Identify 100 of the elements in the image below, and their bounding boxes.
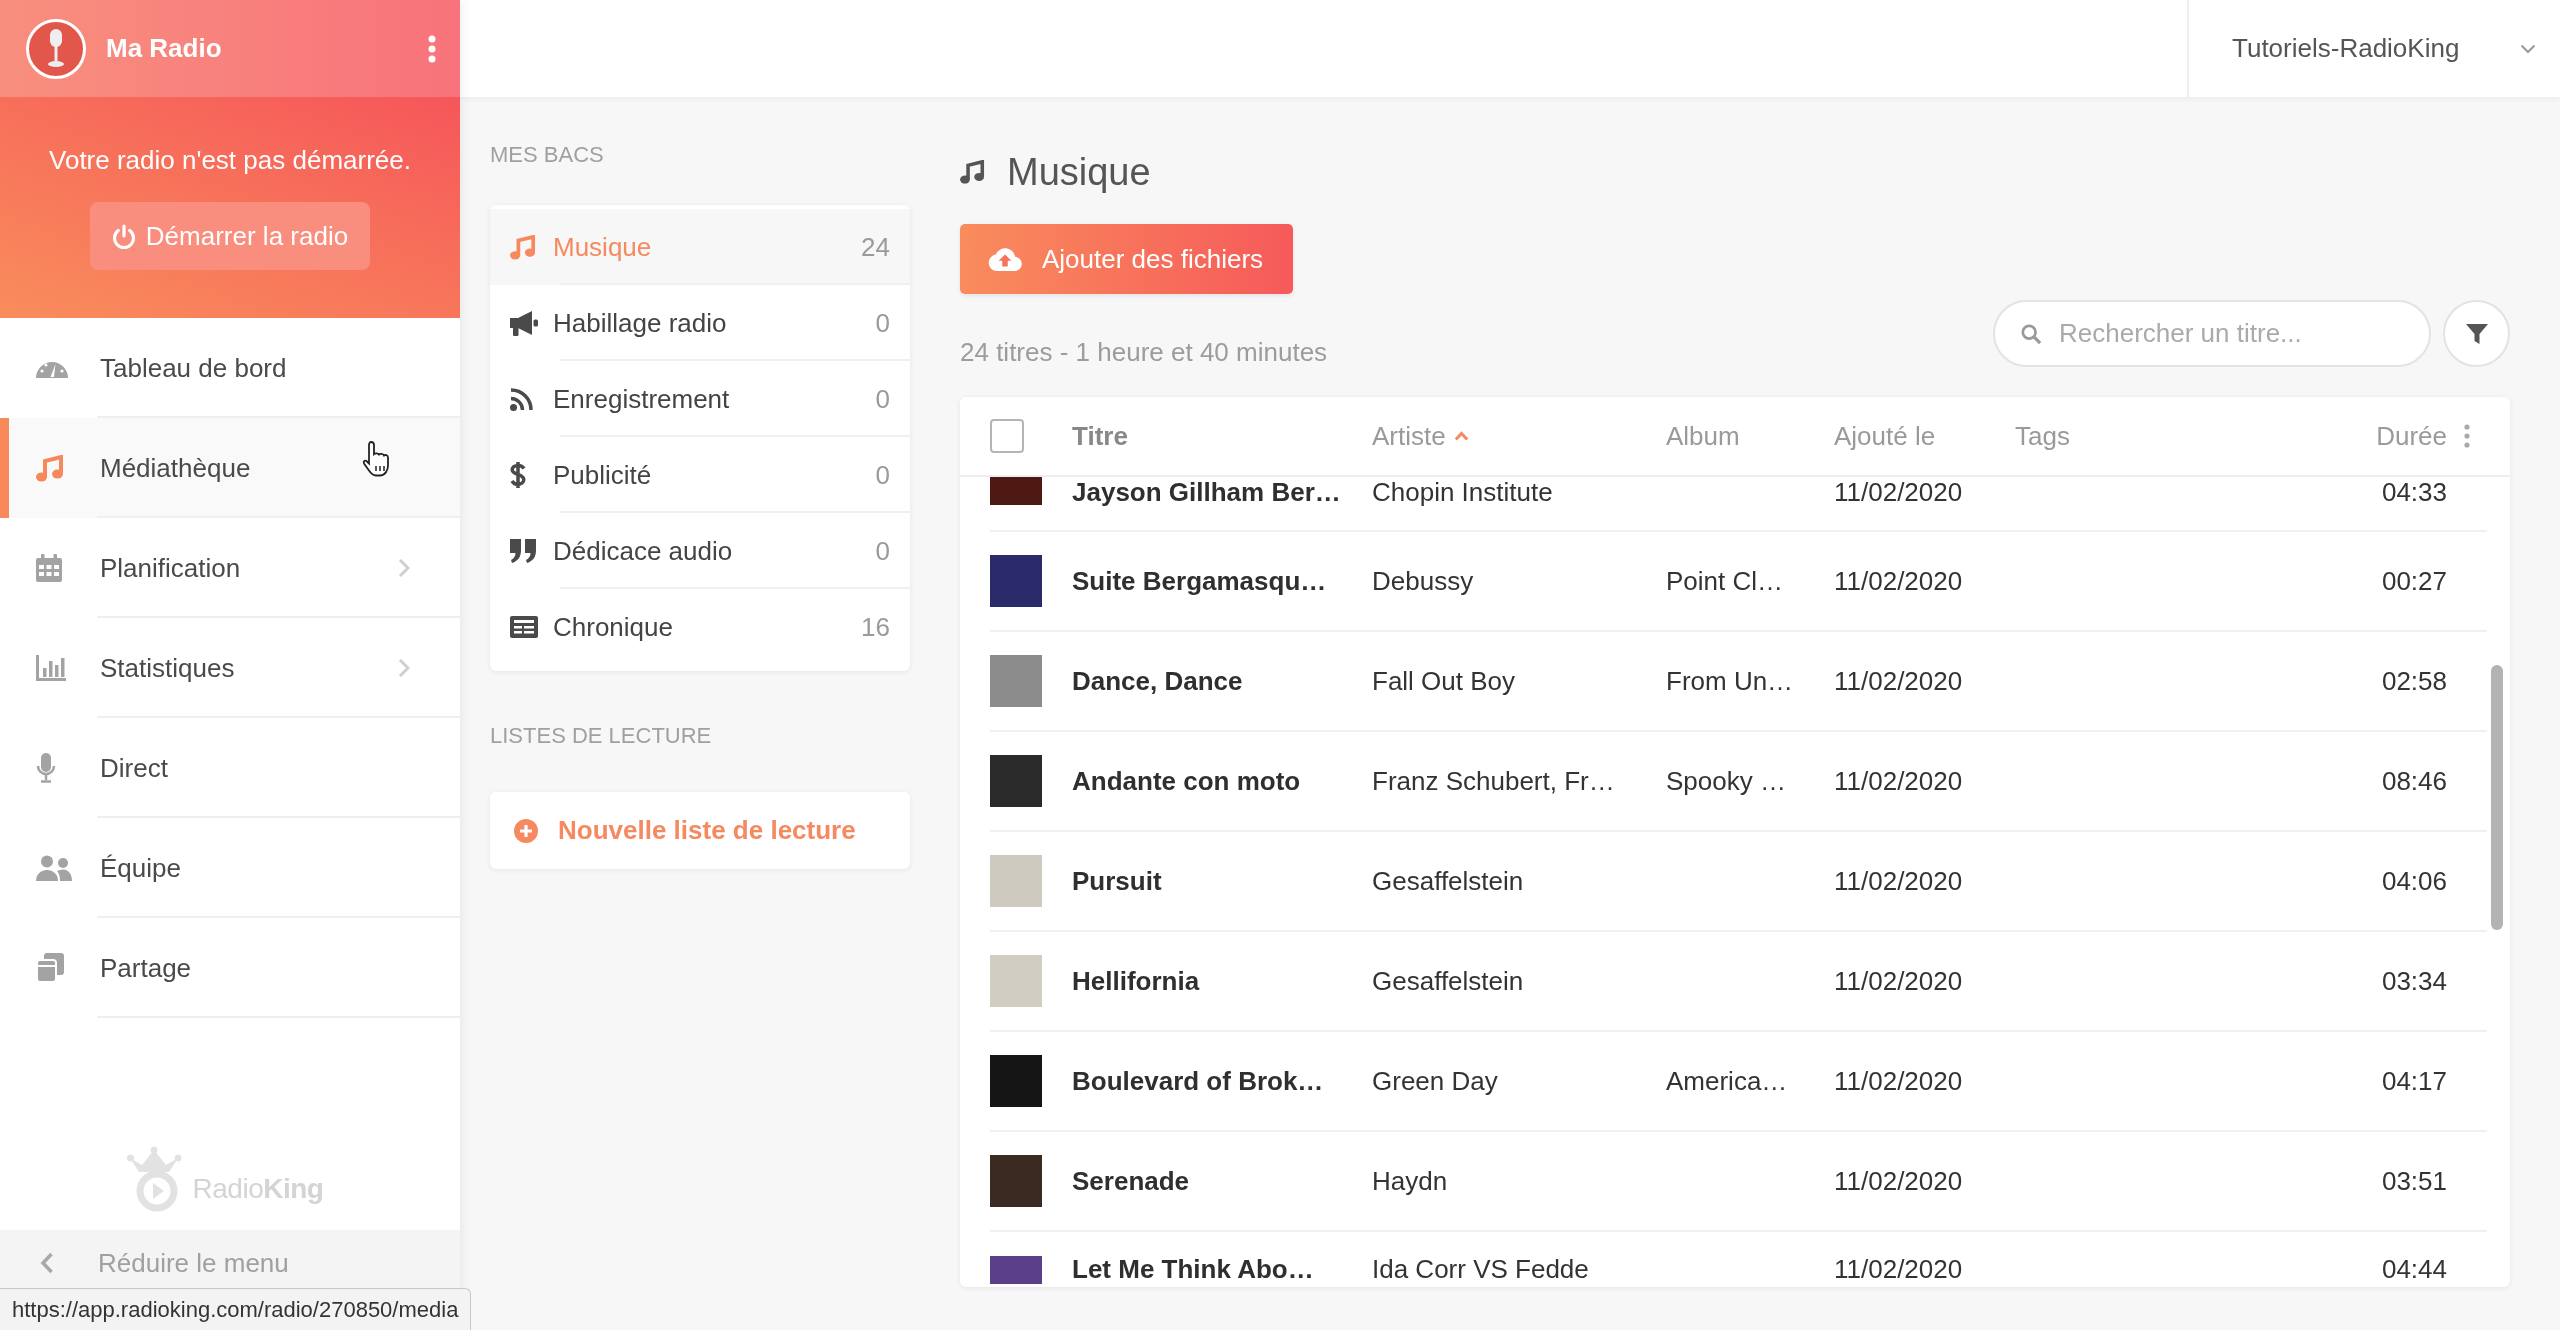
artist-name: Haydn	[1372, 1166, 1448, 1196]
search-field[interactable]: Rechercher un titre...	[1993, 300, 2431, 367]
column-header[interactable]: Titre	[1072, 420, 1128, 452]
date-added: 11/02/2020	[1834, 566, 1963, 596]
track-title: Dance, Dance	[1072, 666, 1243, 696]
nav-item[interactable]: Direct	[0, 718, 460, 818]
track-duration: 00:27	[2381, 566, 2447, 596]
copy-icon	[36, 953, 64, 983]
photo-placeholder	[990, 1055, 1042, 1107]
photo-placeholder	[990, 655, 1042, 707]
crown-play-icon	[126, 1146, 183, 1212]
track-duration: 03:34	[2381, 966, 2447, 996]
more-options-icon[interactable]	[428, 34, 436, 63]
item-count: 0	[875, 535, 890, 567]
photo-placeholder	[990, 855, 1042, 907]
cloud-upload-icon	[988, 247, 1022, 271]
station-name: Ma Radio	[106, 33, 222, 64]
megaphone-icon	[510, 310, 538, 336]
bin-item[interactable]: Dédicace audio 0	[490, 513, 910, 589]
bin-item[interactable]: Habillage radio 0	[490, 285, 910, 361]
track-title: Hellifornia	[1072, 966, 1200, 996]
date-added: 11/02/2020	[1834, 666, 1963, 696]
date-added: 11/02/2020	[1834, 1066, 1963, 1096]
caret-up-icon	[1453, 431, 1469, 441]
photo-placeholder	[990, 1256, 1042, 1284]
album-name: From Un…	[1666, 666, 1794, 696]
section-heading: MES BACS	[490, 142, 605, 168]
artist-name: Franz Schubert, Fr…	[1372, 766, 1615, 796]
rss-icon	[510, 387, 534, 411]
funnel-icon	[2465, 322, 2488, 345]
track-title: Boulevard of Brok…	[1072, 1066, 1324, 1096]
nav-item[interactable]: Planification	[0, 518, 460, 618]
album-name: America…	[1666, 1066, 1788, 1096]
date-added: 11/02/2020	[1834, 766, 1963, 796]
page-title: Musique	[1007, 150, 1151, 195]
chevron-left-icon	[40, 1252, 54, 1274]
microphone-icon	[36, 753, 56, 783]
artist-name: Gesaffelstein	[1372, 966, 1524, 996]
track-duration: 02:58	[2381, 666, 2447, 696]
photo-placeholder	[990, 755, 1042, 807]
item-count: 16	[861, 611, 890, 643]
microphone-avatar-icon	[26, 18, 86, 79]
track-duration: 08:46	[2381, 766, 2447, 796]
music-note-icon	[960, 160, 985, 184]
date-added: 11/02/2020	[1834, 966, 1963, 996]
users-icon	[36, 855, 72, 881]
track-duration: 04:33	[2381, 477, 2447, 507]
bar-chart-icon	[36, 655, 66, 681]
chevron-right-icon	[398, 658, 410, 678]
library-summary: 24 titres - 1 heure et 40 minutes	[960, 337, 1328, 367]
item-count: 0	[875, 383, 890, 415]
select-all-checkbox[interactable]	[990, 419, 1024, 453]
item-count: 0	[875, 459, 890, 491]
quote-icon	[510, 539, 536, 563]
plus-circle-icon	[514, 818, 538, 843]
newspaper-icon	[510, 616, 538, 638]
nav-item[interactable]: Statistiques	[0, 618, 460, 718]
photo-placeholder	[990, 555, 1042, 607]
photo-placeholder	[990, 955, 1042, 1007]
bin-item[interactable]: Chronique 16	[490, 589, 910, 665]
account-dropdown[interactable]: Tutoriels-RadioKing	[2187, 0, 2560, 97]
artist-name: Gesaffelstein	[1372, 866, 1524, 896]
date-added: 11/02/2020	[1834, 477, 1963, 507]
bin-item[interactable]: Publicité 0	[490, 437, 910, 513]
track-title: Andante con moto	[1072, 766, 1301, 796]
hand-cursor-icon	[362, 440, 392, 478]
calendar-icon	[36, 554, 62, 582]
photo-placeholder	[990, 1155, 1042, 1207]
more-options-icon[interactable]	[2464, 424, 2470, 448]
scrollbar-thumb[interactable]	[2491, 665, 2503, 930]
bin-item[interactable]: Enregistrement 0	[490, 361, 910, 437]
photo-placeholder	[990, 477, 1042, 505]
music-note-icon	[36, 454, 64, 482]
nav-item[interactable]: Médiathèque	[0, 418, 460, 518]
power-icon	[111, 223, 136, 249]
track-duration: 04:44	[2381, 1254, 2447, 1284]
date-added: 11/02/2020	[1834, 1254, 1963, 1284]
artist-name: Chopin Institute	[1372, 477, 1553, 507]
status-message: Votre radio n'est pas démarrée.	[49, 145, 411, 175]
artist-name: Fall Out Boy	[1372, 666, 1516, 696]
album-name: Spooky …	[1666, 766, 1786, 796]
artist-name: Green Day	[1372, 1066, 1498, 1096]
nav-item[interactable]: Partage	[0, 918, 460, 1018]
music-note-icon	[510, 234, 536, 260]
track-duration: 03:51	[2381, 1166, 2447, 1196]
nav-item[interactable]: Tableau de bord	[0, 318, 460, 418]
album-name: Point Cl…	[1666, 566, 1784, 596]
chevron-right-icon	[398, 558, 410, 578]
nav-item[interactable]: Équipe	[0, 818, 460, 918]
track-title: Let Me Think Abo…	[1072, 1254, 1314, 1284]
date-added: 11/02/2020	[1834, 866, 1963, 896]
artist-name: Ida Corr VS Fedde	[1372, 1254, 1589, 1284]
track-title: Serenade	[1072, 1166, 1190, 1196]
artist-name: Debussy	[1372, 566, 1474, 596]
search-icon	[2021, 324, 2041, 344]
item-count: 0	[875, 307, 890, 339]
track-duration: 04:17	[2381, 1066, 2447, 1096]
date-added: 11/02/2020	[1834, 1166, 1963, 1196]
item-count: 24	[861, 231, 890, 263]
section-heading: LISTES DE LECTURE	[490, 723, 713, 749]
